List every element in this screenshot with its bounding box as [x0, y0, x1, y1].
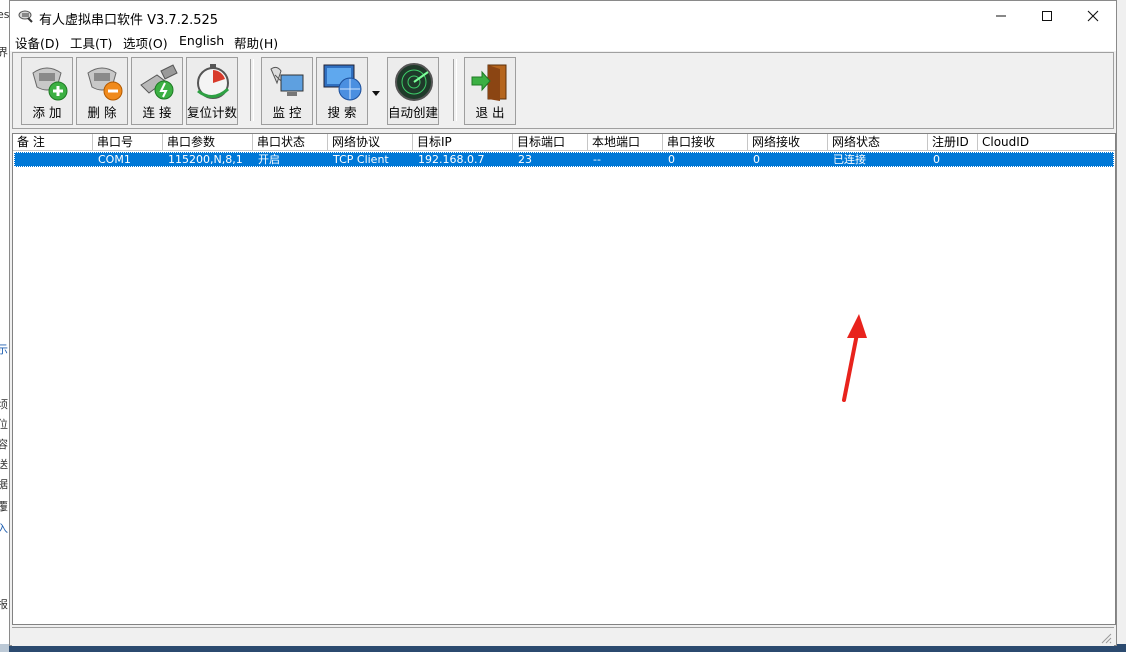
add-button[interactable]: 添 加 — [21, 57, 73, 125]
menu-bar: 设备(D) 工具(T) 选项(O) English 帮助(H) — [10, 31, 1116, 51]
menu-help[interactable]: 帮助(H) — [234, 33, 278, 52]
column-header-port[interactable]: 串口号 — [93, 134, 163, 151]
maximize-icon — [1042, 11, 1052, 21]
menu-tools[interactable]: 工具(T) — [70, 33, 112, 52]
monitor-button[interactable]: 监 控 — [261, 57, 313, 125]
column-header-target-port[interactable]: 目标端口 — [513, 134, 588, 151]
monitor-button-label: 监 控 — [272, 105, 302, 120]
column-header-local-port[interactable]: 本地端口 — [588, 134, 663, 151]
background-text: 顷 — [0, 396, 8, 412]
search-button-label: 搜 索 — [327, 105, 357, 120]
exit-door-icon — [471, 64, 507, 101]
search-button[interactable]: 搜 索 — [316, 57, 368, 125]
minimize-button[interactable] — [978, 1, 1024, 31]
close-icon — [1087, 10, 1099, 22]
cell-net-rx: 0 — [753, 153, 760, 166]
exit-button[interactable]: 退 出 — [464, 57, 516, 125]
add-button-label: 添 加 — [32, 105, 62, 120]
background-text: 界 — [0, 44, 8, 60]
background-text: 据 — [0, 476, 8, 492]
background-text: 报 — [0, 596, 8, 612]
resize-grip-icon[interactable] — [1100, 632, 1112, 644]
column-header-port-status[interactable]: 串口状态 — [253, 134, 328, 151]
minimize-icon — [996, 15, 1006, 17]
cell-serial-rx: 0 — [668, 153, 675, 166]
monitor-icon — [270, 66, 304, 96]
reset-timer-icon — [197, 64, 230, 99]
background-link: 示 — [0, 341, 8, 357]
menu-device[interactable]: 设备(D) — [15, 33, 59, 52]
title-bar[interactable]: 有人虚拟串口软件 V3.7.2.525 — [10, 1, 1116, 31]
table-row[interactable]: COM1 115200,N,8,1 开启 TCP Client 192.168.… — [14, 152, 1114, 167]
column-header-cloud-id[interactable]: CloudID — [978, 134, 1115, 151]
column-header-params[interactable]: 串口参数 — [163, 134, 253, 151]
search-dropdown-arrow-icon[interactable] — [369, 57, 383, 125]
window-title: 有人虚拟串口软件 V3.7.2.525 — [39, 13, 219, 28]
menu-english[interactable]: English — [179, 33, 224, 48]
column-header-net-status[interactable]: 网络状态 — [828, 134, 928, 151]
cell-target-ip: 192.168.0.7 — [418, 153, 485, 166]
column-header-target-ip[interactable]: 目标IP — [413, 134, 513, 151]
column-header-reg-id[interactable]: 注册ID — [928, 134, 978, 151]
menu-options[interactable]: 选项(O) — [123, 33, 168, 52]
connect-plug-icon — [140, 64, 178, 100]
status-bar — [12, 627, 1114, 646]
reset-count-button[interactable]: 复位计数 — [186, 57, 238, 125]
toolbar-separator — [250, 59, 254, 121]
cell-port-status: 开启 — [258, 153, 280, 166]
auto-create-button[interactable]: 自动创建 — [387, 57, 439, 125]
app-icon — [18, 10, 33, 23]
delete-button[interactable]: 删 除 — [76, 57, 128, 125]
search-network-icon — [323, 64, 362, 101]
app-window: 有人虚拟串口软件 V3.7.2.525 设备(D) 工具(T) 选项(O) En… — [9, 0, 1117, 646]
radar-icon — [395, 63, 433, 101]
delete-device-icon — [87, 67, 123, 101]
red-arrow-annotation — [842, 314, 867, 402]
reset-count-button-label: 复位计数 — [187, 105, 238, 120]
auto-create-button-label: 自动创建 — [388, 105, 439, 120]
add-device-icon — [32, 67, 68, 101]
toolbar-separator — [453, 59, 457, 121]
column-header-serial-rx[interactable]: 串口接收 — [663, 134, 748, 151]
toolbar: 添 加 删 除 连 接 复位计数 监 控 搜 索 自动创建 退 出 — [12, 52, 1114, 129]
exit-button-label: 退 出 — [475, 105, 505, 120]
cell-target-port: 23 — [518, 153, 532, 166]
close-button[interactable] — [1070, 1, 1116, 31]
background-link: 入 — [0, 520, 8, 536]
cell-reg-id: 0 — [933, 153, 940, 166]
connect-button[interactable]: 连 接 — [131, 57, 183, 125]
cell-net-status: 已连接 — [833, 153, 866, 166]
background-text: 容 — [0, 436, 8, 452]
cell-params: 115200,N,8,1 — [168, 153, 243, 166]
cell-local-port: -- — [593, 153, 601, 166]
list-header: 备 注 串口号 串口参数 串口状态 网络协议 目标IP 目标端口 本地端口 串口… — [13, 134, 1115, 152]
background-text: 送 — [0, 456, 8, 472]
column-header-protocol[interactable]: 网络协议 — [328, 134, 413, 151]
cell-port: COM1 — [98, 153, 131, 166]
port-list[interactable]: 备 注 串口号 串口参数 串口状态 网络协议 目标IP 目标端口 本地端口 串口… — [12, 133, 1116, 625]
column-header-net-rx[interactable]: 网络接收 — [748, 134, 828, 151]
column-header-note[interactable]: 备 注 — [13, 134, 93, 151]
connect-button-label: 连 接 — [142, 105, 172, 120]
background-text: 覆 — [0, 498, 8, 514]
cell-protocol: TCP Client — [333, 153, 389, 166]
maximize-button[interactable] — [1024, 1, 1070, 31]
delete-button-label: 删 除 — [87, 105, 117, 120]
background-text: 位 — [0, 416, 8, 432]
